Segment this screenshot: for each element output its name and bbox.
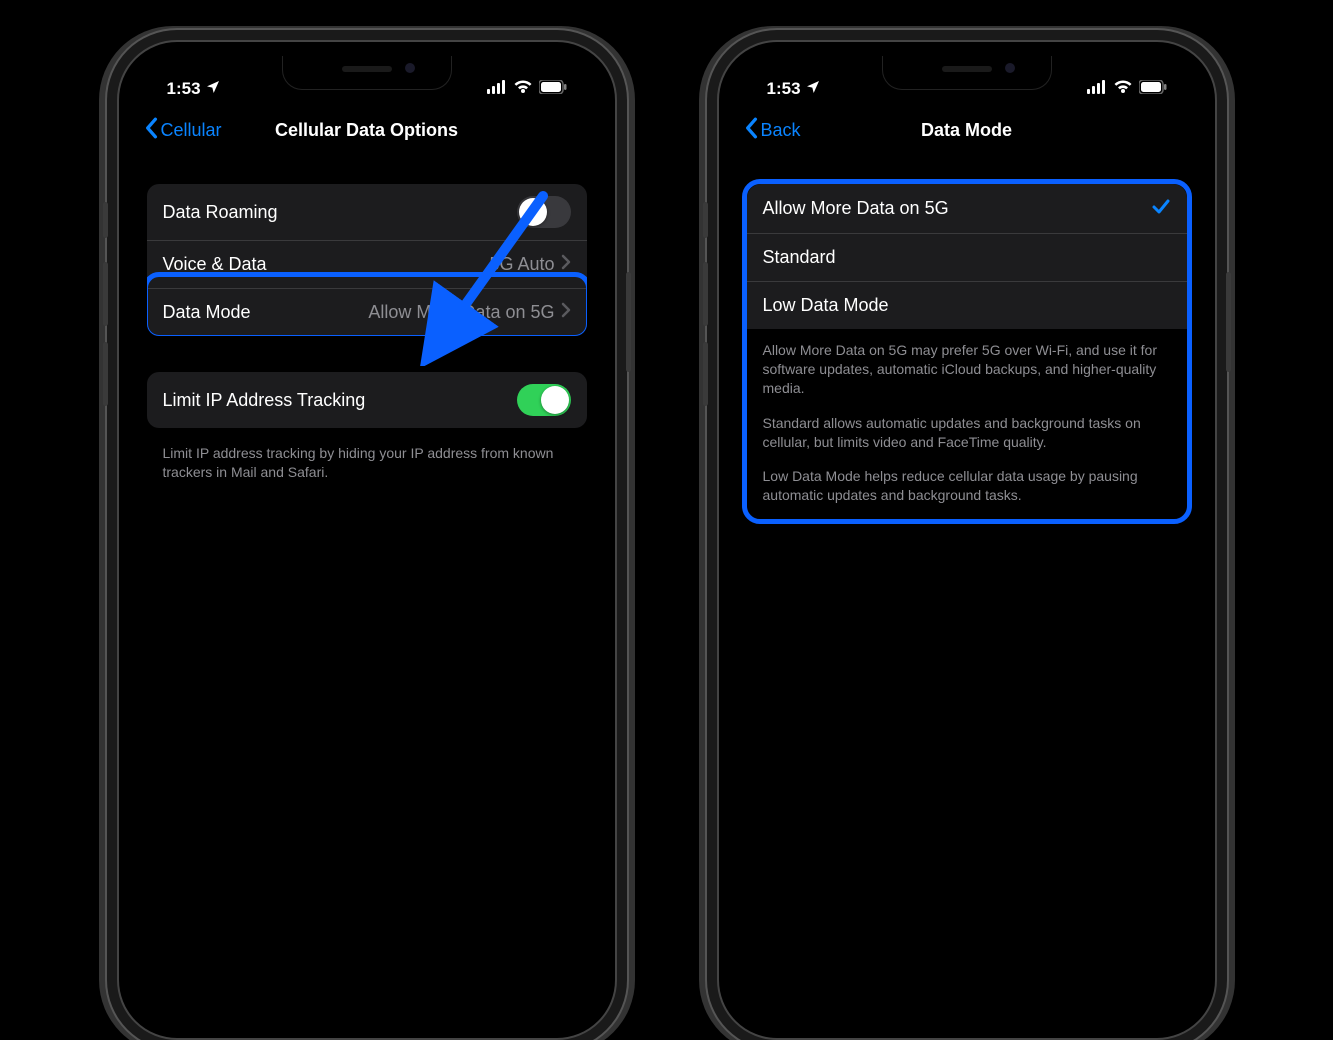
option-label: Low Data Mode bbox=[763, 295, 889, 316]
row-label: Data Roaming bbox=[163, 202, 278, 223]
page-title: Cellular Data Options bbox=[275, 120, 458, 141]
back-label: Back bbox=[761, 120, 801, 141]
notch bbox=[282, 56, 452, 90]
chevron-right-icon bbox=[561, 302, 571, 323]
options-description: Allow More Data on 5G may prefer 5G over… bbox=[747, 329, 1187, 519]
mute-switch bbox=[103, 202, 108, 238]
row-value: Allow More Data on 5G bbox=[368, 302, 554, 323]
option-allow-more-5g[interactable]: Allow More Data on 5G bbox=[747, 184, 1187, 233]
location-icon bbox=[805, 79, 821, 100]
footer-text: Limit IP address tracking by hiding your… bbox=[147, 436, 587, 482]
notch bbox=[882, 56, 1052, 90]
cellular-signal-icon bbox=[1087, 79, 1107, 99]
status-time: 1:53 bbox=[767, 79, 801, 99]
phone-left: 1:53 Cel bbox=[117, 40, 617, 1040]
cellular-signal-icon bbox=[487, 79, 507, 99]
option-standard[interactable]: Standard bbox=[747, 233, 1187, 281]
settings-group-2: Limit IP Address Tracking bbox=[147, 372, 587, 428]
row-limit-ip-tracking[interactable]: Limit IP Address Tracking bbox=[147, 372, 587, 428]
data-mode-options: Allow More Data on 5G Standard Low Data … bbox=[747, 184, 1187, 329]
wifi-icon bbox=[513, 79, 533, 100]
row-value: 5G Auto bbox=[489, 254, 554, 275]
row-voice-data[interactable]: Voice & Data 5G Auto bbox=[147, 240, 587, 288]
wifi-icon bbox=[1113, 79, 1133, 100]
checkmark-icon bbox=[1151, 196, 1171, 221]
settings-group-1: Data Roaming Voice & Data 5G Auto Data M… bbox=[147, 184, 587, 336]
desc-paragraph: Allow More Data on 5G may prefer 5G over… bbox=[763, 341, 1171, 398]
option-label: Allow More Data on 5G bbox=[763, 198, 949, 219]
row-data-roaming[interactable]: Data Roaming bbox=[147, 184, 587, 240]
row-data-mode[interactable]: Data Mode Allow More Data on 5G bbox=[147, 288, 587, 336]
volume-down bbox=[703, 342, 708, 406]
chevron-left-icon bbox=[143, 117, 159, 144]
location-icon bbox=[205, 79, 221, 100]
mute-switch bbox=[703, 202, 708, 238]
back-button[interactable]: Cellular bbox=[143, 117, 222, 144]
page-title: Data Mode bbox=[921, 120, 1012, 141]
volume-up bbox=[103, 262, 108, 326]
row-label: Data Mode bbox=[163, 302, 251, 323]
volume-down bbox=[103, 342, 108, 406]
power-button bbox=[626, 272, 631, 372]
phone-right: 1:53 Bac bbox=[717, 40, 1217, 1040]
chevron-left-icon bbox=[743, 117, 759, 144]
option-label: Standard bbox=[763, 247, 836, 268]
desc-paragraph: Low Data Mode helps reduce cellular data… bbox=[763, 467, 1171, 505]
nav-bar: Cellular Cellular Data Options bbox=[133, 106, 601, 154]
row-label: Limit IP Address Tracking bbox=[163, 390, 366, 411]
desc-paragraph: Standard allows automatic updates and ba… bbox=[763, 414, 1171, 452]
status-time: 1:53 bbox=[167, 79, 201, 99]
screen-right: 1:53 Bac bbox=[733, 56, 1201, 1024]
row-label: Voice & Data bbox=[163, 254, 267, 275]
battery-icon bbox=[1139, 79, 1167, 99]
battery-icon bbox=[539, 79, 567, 99]
volume-up bbox=[703, 262, 708, 326]
highlighted-section: Allow More Data on 5G Standard Low Data … bbox=[742, 179, 1192, 524]
power-button bbox=[1226, 272, 1231, 372]
toggle-data-roaming[interactable] bbox=[517, 196, 571, 228]
chevron-right-icon bbox=[561, 254, 571, 275]
nav-bar: Back Data Mode bbox=[733, 106, 1201, 154]
back-label: Cellular bbox=[161, 120, 222, 141]
toggle-limit-ip[interactable] bbox=[517, 384, 571, 416]
screen-left: 1:53 Cel bbox=[133, 56, 601, 1024]
back-button[interactable]: Back bbox=[743, 117, 801, 144]
option-low-data[interactable]: Low Data Mode bbox=[747, 281, 1187, 329]
